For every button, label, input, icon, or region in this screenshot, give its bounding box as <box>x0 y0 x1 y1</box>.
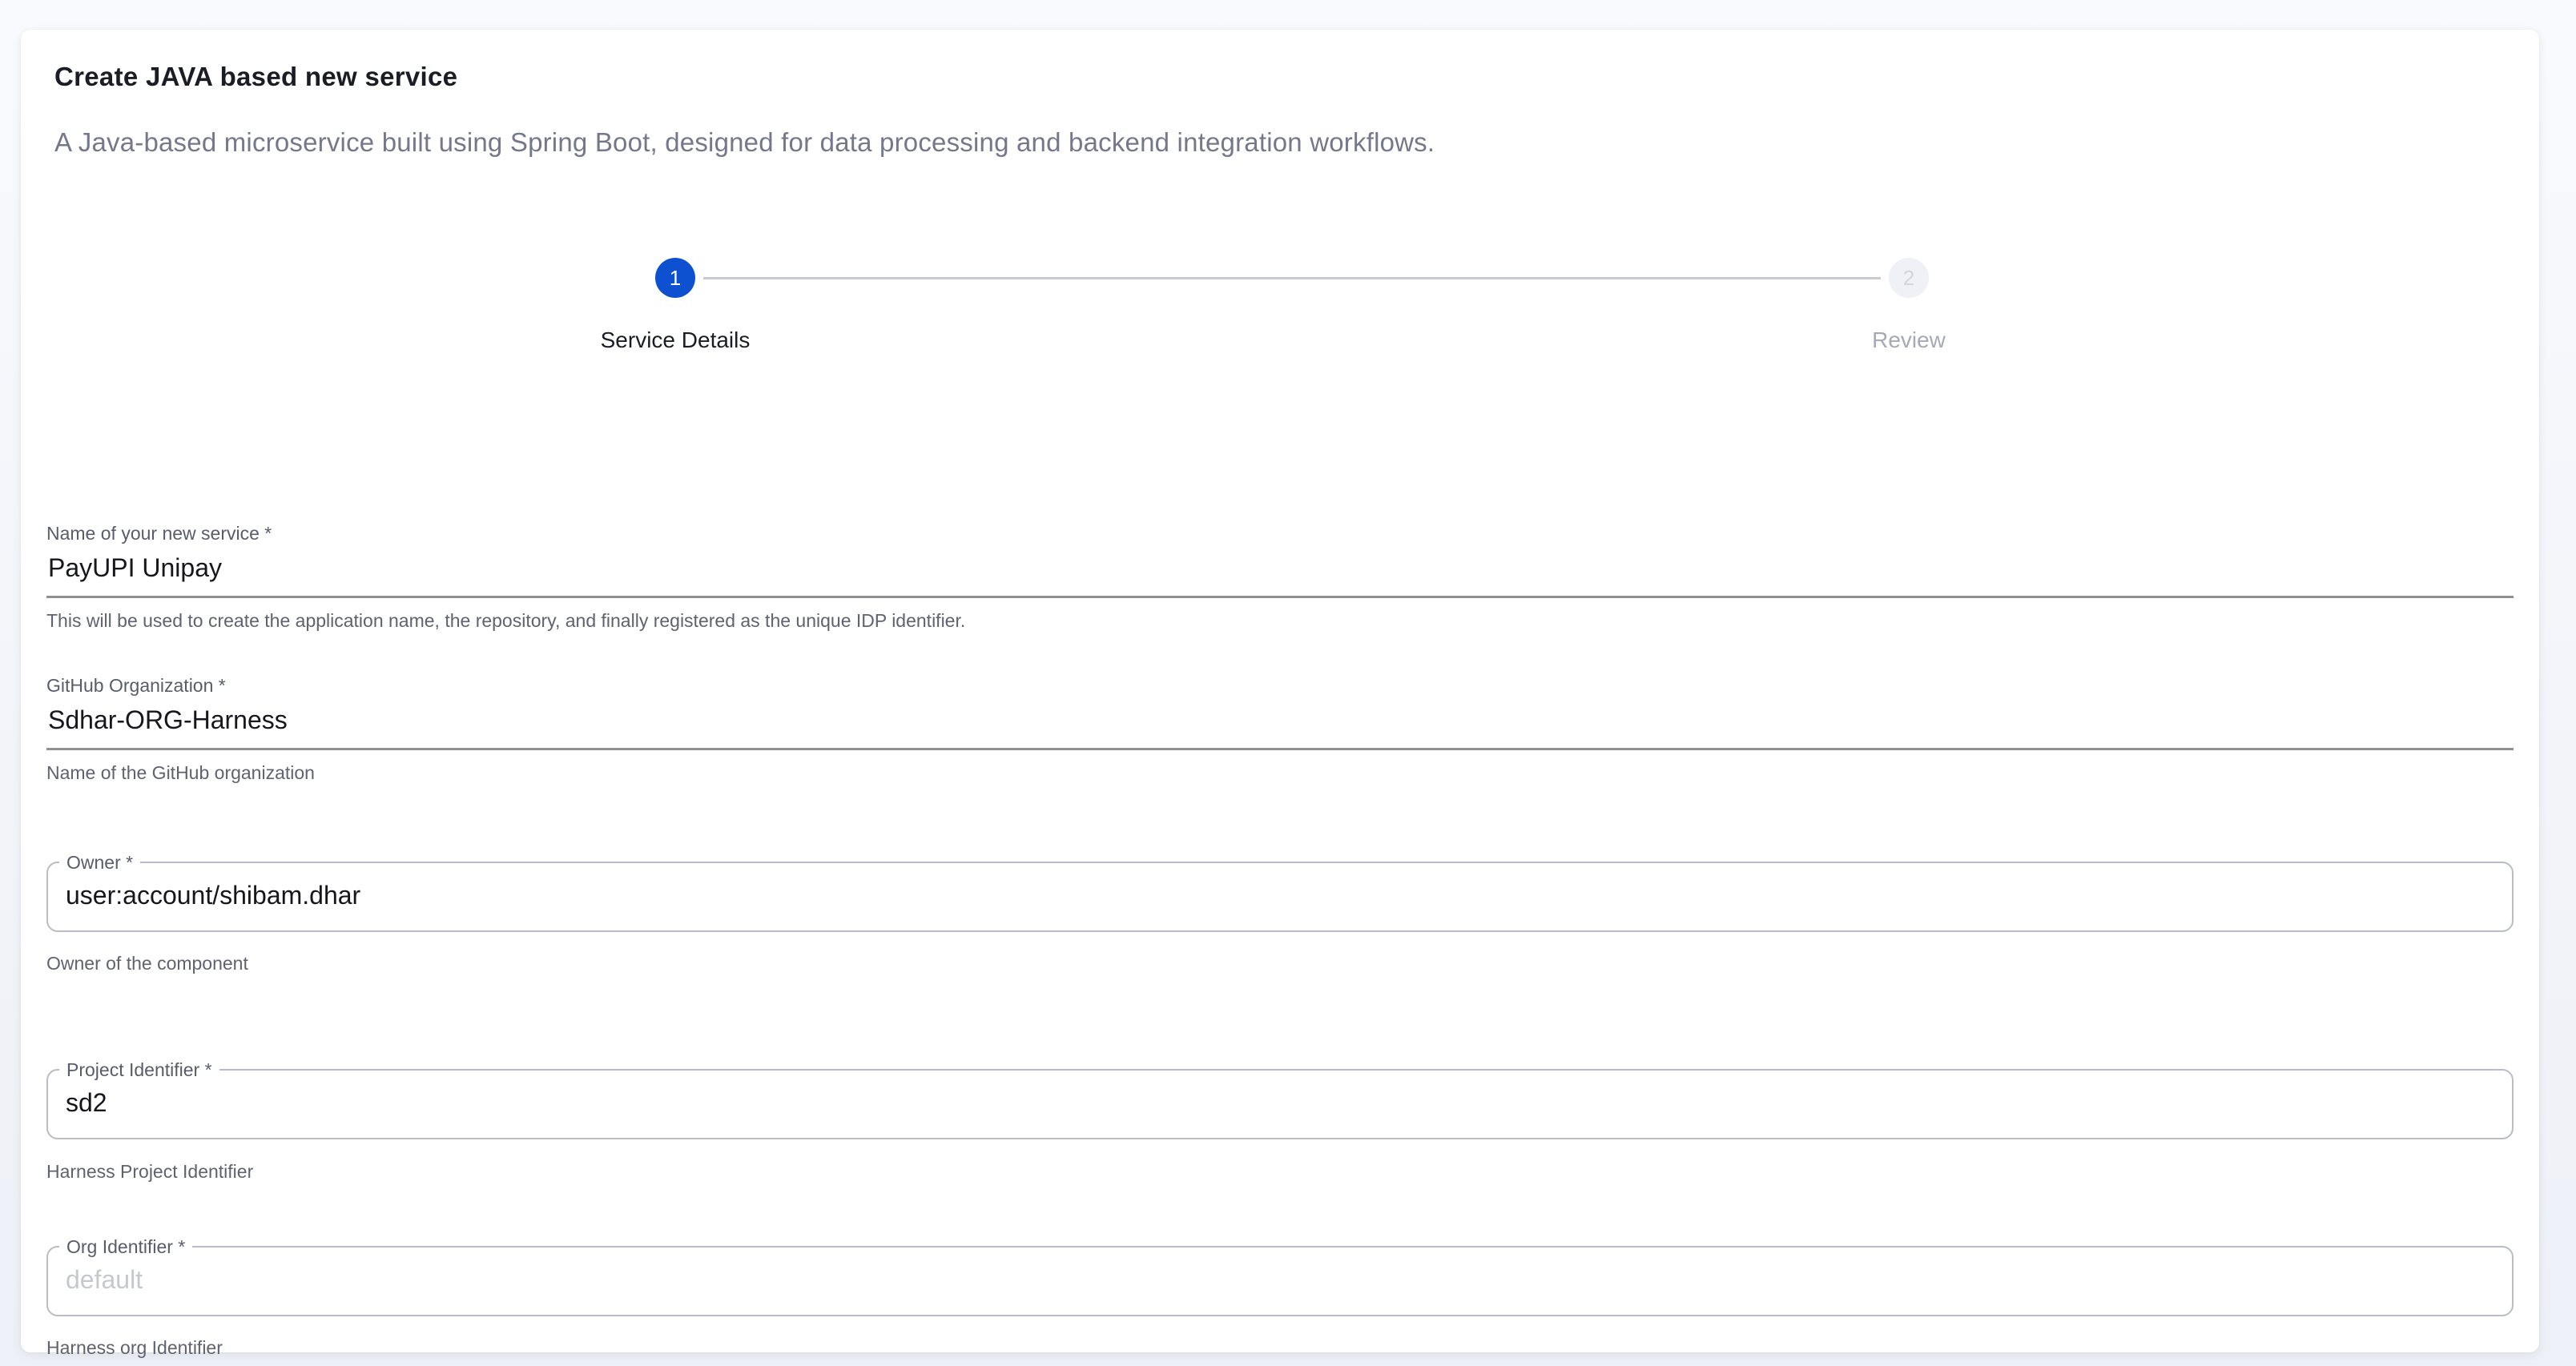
field-owner: Owner * <box>46 862 2514 932</box>
field-project-identifier: Project Identifier * <box>46 1069 2514 1139</box>
org-identifier-input[interactable] <box>48 1247 2512 1312</box>
page-title: Create JAVA based new service <box>54 62 457 92</box>
field-owner-helper: Owner of the component <box>46 952 248 975</box>
field-org-identifier-label: Org Identifier * <box>59 1235 192 1259</box>
field-org-identifier-helper: Harness org Identifier <box>46 1336 223 1360</box>
project-identifier-input[interactable] <box>48 1071 2512 1135</box>
field-service-name: Name of your new service * This will be … <box>46 521 2514 633</box>
owner-input[interactable] <box>48 863 2512 927</box>
page-description: A Java-based microservice built using Sp… <box>54 127 1435 158</box>
field-project-identifier-label: Project Identifier * <box>59 1058 219 1082</box>
step-2-label: Review <box>1709 327 2109 353</box>
field-github-org-label: GitHub Organization * <box>46 673 2514 697</box>
template-card: Create JAVA based new service A Java-bas… <box>21 30 2539 1352</box>
service-name-input[interactable] <box>46 553 2514 598</box>
field-project-identifier-helper: Harness Project Identifier <box>46 1160 253 1183</box>
github-org-input[interactable] <box>46 705 2514 750</box>
field-owner-label: Owner * <box>59 850 140 874</box>
step-1-number: 1 <box>670 266 681 291</box>
stepper-connector <box>703 277 1881 279</box>
field-service-name-helper: This will be used to create the applicat… <box>46 609 2514 633</box>
field-service-name-label: Name of your new service * <box>46 521 2514 545</box>
step-2-indicator: 2 <box>1889 258 1929 298</box>
step-1-indicator: 1 <box>655 258 695 298</box>
field-github-org: GitHub Organization * Name of the GitHub… <box>46 673 2514 785</box>
step-1-label: Service Details <box>475 327 875 353</box>
field-org-identifier: Org Identifier * <box>46 1246 2514 1316</box>
step-2-number: 2 <box>1903 266 1914 291</box>
field-github-org-helper: Name of the GitHub organization <box>46 761 2514 785</box>
